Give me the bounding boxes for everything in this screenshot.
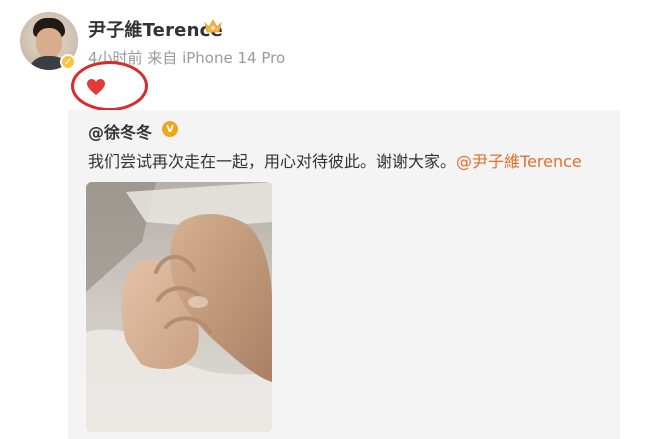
repost-text: 我们尝试再次走在一起，用心对待彼此。谢谢大家。@尹子維Terence <box>88 148 582 172</box>
verified-badge-icon: ✓ <box>60 54 76 70</box>
repost-author-name[interactable]: @徐冬冬 <box>88 119 152 143</box>
repost-verified-badge-icon: V <box>162 121 178 137</box>
mention-link[interactable]: @尹子維Terence <box>456 152 582 171</box>
avatar-face <box>36 28 62 58</box>
post-photo[interactable] <box>86 182 272 432</box>
post-author-name[interactable]: 尹子維Terence <box>88 16 223 42</box>
crown-icon <box>204 19 222 33</box>
repost-card[interactable]: @徐冬冬 V 我们尝试再次走在一起，用心对待彼此。谢谢大家。@尹子維Terenc… <box>68 110 620 439</box>
annotation-circle <box>71 61 148 111</box>
repost-body: 我们尝试再次走在一起，用心对待彼此。谢谢大家。 <box>88 152 457 171</box>
